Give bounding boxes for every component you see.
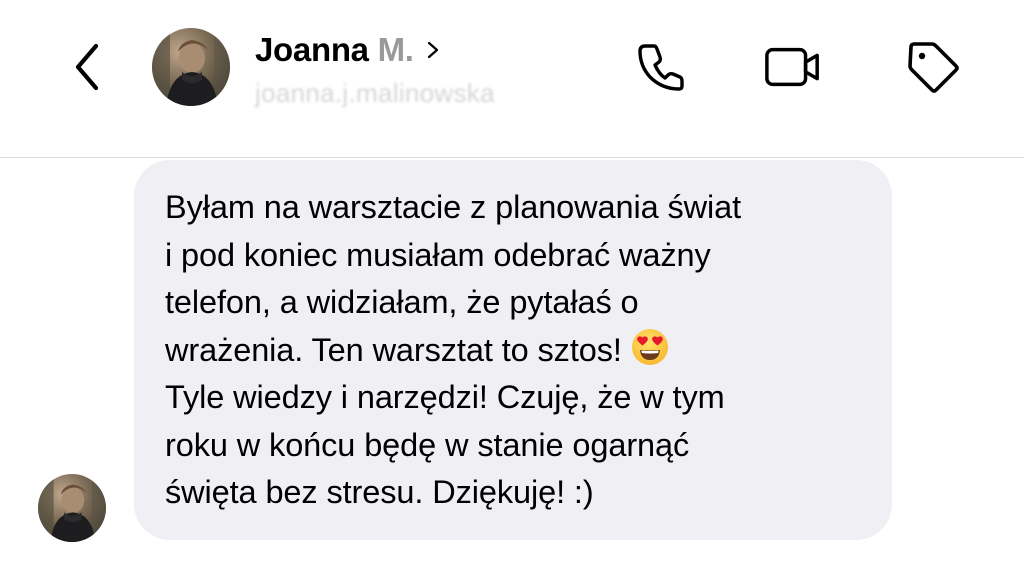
tag-button[interactable] (904, 38, 962, 96)
back-button[interactable] (62, 40, 112, 94)
contact-avatar[interactable] (152, 28, 230, 106)
chevron-left-icon (75, 43, 99, 91)
incoming-message-bubble[interactable]: Byłam na warsztacie z planowania świat i… (134, 160, 892, 540)
sender-avatar[interactable] (38, 474, 106, 542)
contact-name-faded: M. (377, 31, 414, 68)
contact-name-main: Joanna (255, 31, 378, 68)
video-call-button[interactable] (764, 38, 822, 96)
heart-eyes-emoji (630, 327, 670, 367)
tag-icon (908, 42, 959, 93)
chevron-right-icon (426, 40, 440, 60)
avatar-photo (152, 28, 230, 106)
message-text: Byłam na warsztacie z planowania świat i… (165, 184, 862, 517)
message-text-part-2: Tyle wiedzy i narzędzi! Czuję, że w tym … (165, 379, 725, 510)
audio-call-button[interactable] (632, 38, 690, 96)
chat-header: Joanna M. joanna.j.malinowska (0, 0, 1024, 158)
chat-screen: Joanna M. joanna.j.malinowska Byłam na w… (0, 0, 1024, 570)
phone-icon (638, 44, 684, 91)
contact-info[interactable]: Joanna M. joanna.j.malinowska (255, 28, 585, 112)
contact-name: Joanna M. (255, 31, 414, 69)
contact-username: joanna.j.malinowska (255, 78, 495, 108)
message-thread: Byłam na warsztacie z planowania świat i… (0, 158, 1024, 570)
video-camera-icon (765, 47, 819, 87)
avatar-photo-small (38, 474, 106, 542)
